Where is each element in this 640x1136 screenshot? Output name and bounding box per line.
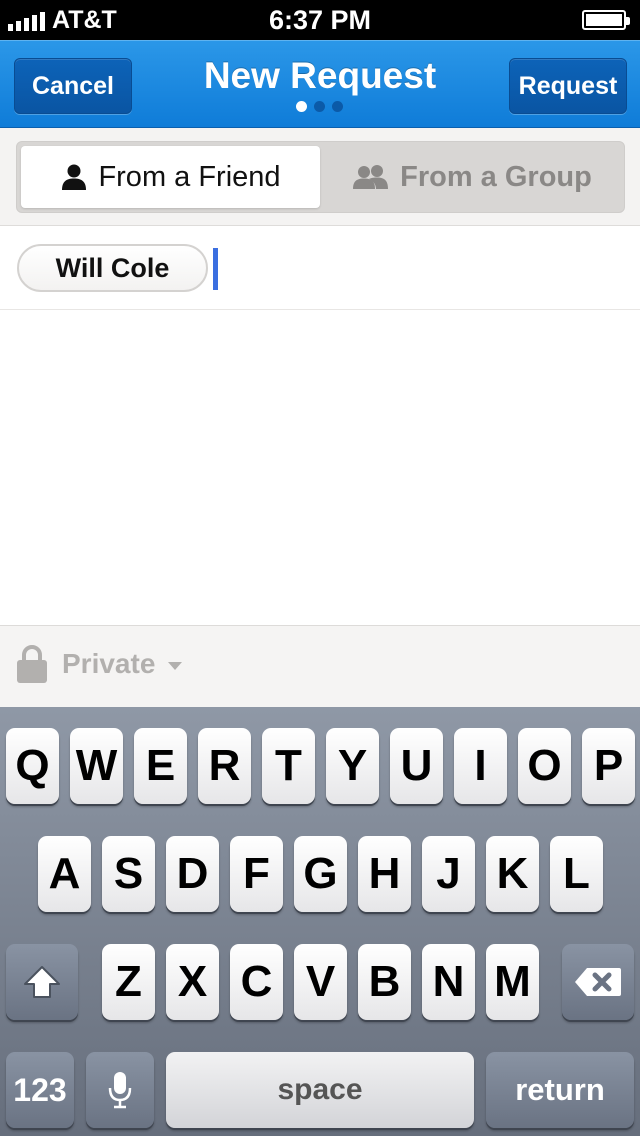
backspace-icon [575, 968, 621, 996]
key-a[interactable]: A [38, 836, 91, 912]
numbers-key[interactable]: 123 [6, 1052, 74, 1128]
segment-from-friend-label: From a Friend [98, 160, 281, 193]
page-dot [332, 101, 343, 112]
page-indicator [296, 101, 343, 112]
key-w[interactable]: W [70, 728, 123, 804]
shift-icon [24, 966, 60, 998]
page-dot-active [296, 101, 307, 112]
lock-icon [17, 645, 47, 683]
recipient-chip[interactable]: Will Cole [17, 244, 208, 292]
dictation-key[interactable] [86, 1052, 154, 1128]
person-icon [62, 164, 87, 190]
nav-bar: Cancel New Request Request [0, 40, 640, 128]
key-v[interactable]: V [294, 944, 347, 1020]
key-n[interactable]: N [422, 944, 475, 1020]
key-j[interactable]: J [422, 836, 475, 912]
delete-key[interactable] [562, 944, 634, 1020]
key-l[interactable]: L [550, 836, 603, 912]
segment-from-group-label: From a Group [400, 160, 592, 193]
microphone-icon [108, 1072, 132, 1109]
key-d[interactable]: D [166, 836, 219, 912]
key-h[interactable]: H [358, 836, 411, 912]
key-p[interactable]: P [582, 728, 635, 804]
key-f[interactable]: F [230, 836, 283, 912]
key-x[interactable]: X [166, 944, 219, 1020]
request-button[interactable]: Request [509, 58, 627, 114]
key-o[interactable]: O [518, 728, 571, 804]
page-dot [314, 101, 325, 112]
privacy-bar: Private [0, 625, 640, 707]
key-t[interactable]: T [262, 728, 315, 804]
battery-icon [582, 10, 630, 30]
segment-from-group[interactable]: From a Group [323, 146, 621, 208]
text-cursor [213, 248, 218, 290]
key-z[interactable]: Z [102, 944, 155, 1020]
shift-key[interactable] [6, 944, 78, 1020]
key-c[interactable]: C [230, 944, 283, 1020]
status-bar: AT&T 6:37 PM [0, 0, 640, 40]
recipient-field[interactable]: Will Cole [0, 226, 640, 310]
key-i[interactable]: I [454, 728, 507, 804]
key-y[interactable]: Y [326, 728, 379, 804]
content-area [0, 310, 640, 625]
key-m[interactable]: M [486, 944, 539, 1020]
recipient-type-segmented-control: From a Friend From a Group [16, 141, 625, 213]
key-g[interactable]: G [294, 836, 347, 912]
privacy-selector[interactable]: Private [62, 648, 155, 680]
key-r[interactable]: R [198, 728, 251, 804]
key-b[interactable]: B [358, 944, 411, 1020]
chevron-down-icon[interactable] [168, 662, 182, 670]
key-k[interactable]: K [486, 836, 539, 912]
group-icon [353, 165, 389, 189]
clock: 6:37 PM [268, 5, 372, 35]
segment-from-friend[interactable]: From a Friend [21, 146, 320, 208]
key-s[interactable]: S [102, 836, 155, 912]
key-u[interactable]: U [390, 728, 443, 804]
key-q[interactable]: Q [6, 728, 59, 804]
recipient-type-bar: From a Friend From a Group [0, 128, 640, 226]
space-key[interactable]: space [166, 1052, 474, 1128]
key-e[interactable]: E [134, 728, 187, 804]
return-key[interactable]: return [486, 1052, 634, 1128]
keyboard: Q W E R T Y U I O P A S D F G H J K L Z … [0, 707, 640, 1136]
